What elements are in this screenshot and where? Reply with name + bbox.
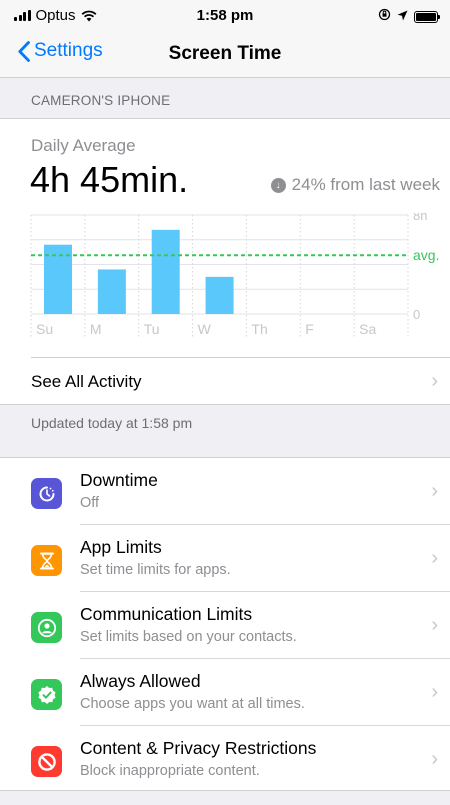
usage-summary: Daily Average 4h 45min. ↓ 24% from last … — [0, 118, 450, 405]
chart-x-label-th: Th — [251, 321, 267, 337]
usage-bar-chart[interactable]: avg. 8h 0 Su M Tu W Th F Sa — [0, 213, 450, 343]
downtime-subtitle: Off — [80, 495, 100, 511]
navigation-bar: Settings Screen Time — [0, 30, 450, 78]
location-icon — [397, 8, 408, 26]
daily-average-value: 4h 45min. — [30, 159, 189, 200]
chart-x-label-m: M — [90, 321, 102, 337]
communication-limits-row[interactable]: Communication Limits Set limits based on… — [0, 592, 450, 659]
chart-x-label-w: W — [198, 321, 212, 337]
chevron-right-icon: › — [431, 480, 438, 502]
rotation-lock-icon — [378, 8, 391, 26]
content-privacy-title: Content & Privacy Restrictions — [80, 738, 317, 758]
chevron-right-icon: › — [431, 370, 438, 392]
chart-x-label-sa: Sa — [359, 321, 376, 337]
updated-timestamp: Updated today at 1:58 pm — [31, 415, 193, 431]
weekly-change: ↓ 24% from last week — [270, 175, 440, 195]
app-limits-title: App Limits — [80, 537, 162, 557]
down-arrow-circle-icon: ↓ — [270, 177, 286, 193]
settings-list: Downtime Off › App Limits Set time limit… — [0, 457, 450, 791]
communication-limits-subtitle: Set limits based on your contacts. — [80, 629, 297, 645]
status-bar: Optus 1:58 pm — [0, 0, 450, 30]
battery-icon — [414, 11, 440, 23]
app-limits-row[interactable]: App Limits Set time limits for apps. › — [0, 525, 450, 592]
communication-limits-title: Communication Limits — [80, 604, 253, 624]
hourglass-icon — [31, 545, 62, 576]
app-limits-subtitle: Set time limits for apps. — [80, 562, 231, 578]
always-allowed-title: Always Allowed — [80, 671, 201, 691]
chevron-right-icon: › — [431, 614, 438, 636]
chart-x-label-f: F — [305, 321, 314, 337]
chart-average-label: avg. — [413, 247, 439, 263]
see-all-activity-label: See All Activity — [31, 372, 142, 391]
weekly-change-text: 24% from last week — [291, 175, 440, 194]
status-right — [378, 8, 440, 26]
chart-bar-w — [205, 276, 234, 314]
see-all-activity-row[interactable]: See All Activity › — [31, 357, 450, 405]
checkmark-badge-icon — [31, 679, 62, 710]
chart-x-label-tu: Tu — [144, 321, 160, 337]
contact-icon — [31, 612, 62, 643]
page-title: Screen Time — [168, 43, 282, 64]
chevron-right-icon: › — [431, 681, 438, 703]
chart-bar-m — [97, 269, 126, 314]
always-allowed-subtitle: Choose apps you want at all times. — [80, 696, 305, 712]
chart-x-label-su: Su — [36, 321, 53, 337]
downtime-title: Downtime — [80, 470, 158, 490]
daily-average-label: Daily Average — [31, 136, 136, 155]
chart-y-tick-max: 8h — [413, 213, 427, 223]
content-privacy-row[interactable]: Content & Privacy Restrictions Block ina… — [0, 726, 450, 793]
content-privacy-subtitle: Block inappropriate content. — [80, 763, 260, 779]
downtime-row[interactable]: Downtime Off › — [0, 458, 450, 525]
always-allowed-row[interactable]: Always Allowed Choose apps you want at a… — [0, 659, 450, 726]
chart-bar-tu — [151, 229, 180, 314]
chevron-right-icon: › — [431, 547, 438, 569]
chart-y-tick-min: 0 — [413, 307, 420, 322]
device-section-header: CAMERON'S IPHONE — [31, 93, 171, 108]
chevron-right-icon: › — [431, 748, 438, 770]
downtime-icon — [31, 478, 62, 509]
restriction-icon — [31, 746, 62, 777]
